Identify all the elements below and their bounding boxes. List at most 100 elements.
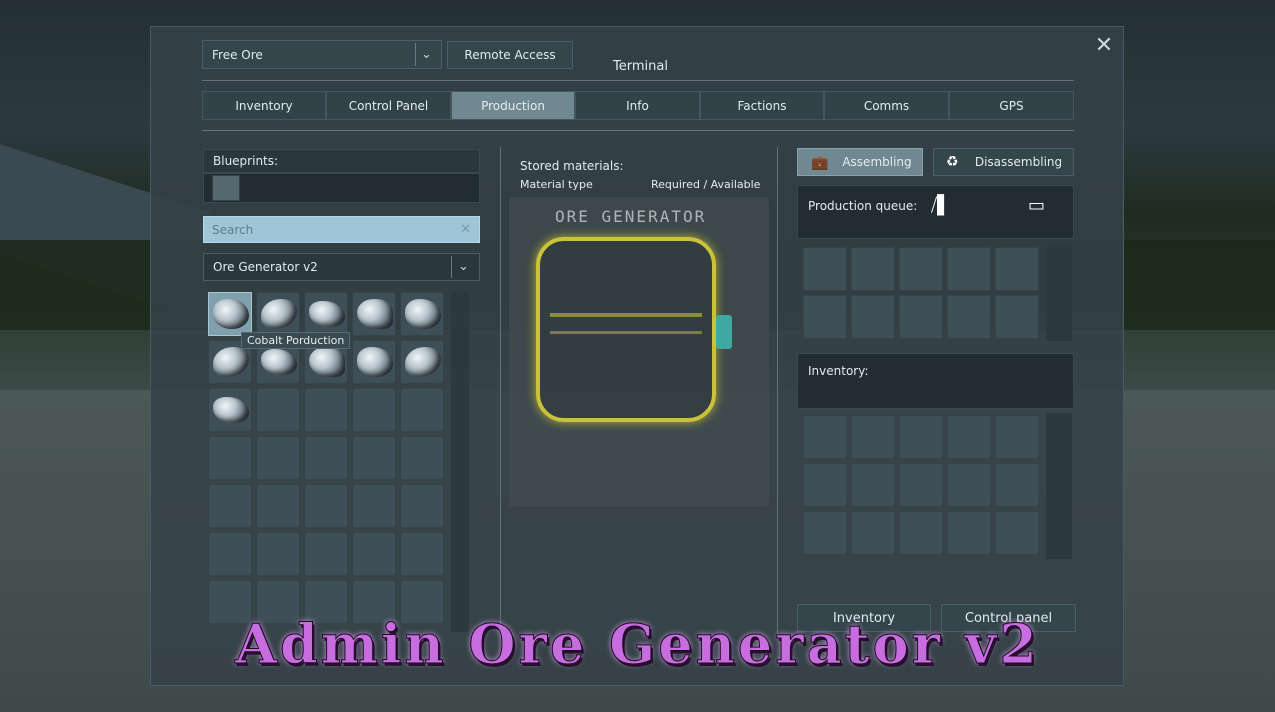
inventory-slot[interactable]: [947, 511, 991, 555]
queue-slot[interactable]: [851, 247, 895, 291]
inventory-slot[interactable]: [803, 511, 847, 555]
inventory-scrollbar[interactable]: [1046, 413, 1072, 559]
divider: [202, 80, 1074, 81]
blueprint-slot[interactable]: [400, 292, 444, 336]
title-banner: Admin Ore Generator v2: [235, 612, 1040, 677]
blueprints-label: Blueprints:: [213, 154, 279, 168]
blueprint-slot[interactable]: [400, 484, 444, 528]
inventory-slot[interactable]: [899, 463, 943, 507]
inventory-slot[interactable]: [803, 415, 847, 459]
blueprint-slot[interactable]: [256, 484, 300, 528]
blueprint-slot[interactable]: [208, 436, 252, 480]
blueprint-slot[interactable]: [352, 532, 396, 576]
inventory-slot[interactable]: [851, 463, 895, 507]
tab-control-panel[interactable]: Control Panel: [326, 91, 451, 120]
ore-icon: [405, 299, 441, 329]
disassembling-button[interactable]: ♻ Disassembling: [933, 148, 1074, 176]
chevron-down-icon: ⌄: [451, 256, 475, 278]
remote-access-button[interactable]: Remote Access: [447, 41, 573, 69]
blueprint-slot[interactable]: [352, 388, 396, 432]
block-select[interactable]: Free Ore ⌄: [202, 40, 442, 69]
window-title: Terminal: [613, 59, 668, 74]
blueprint-slot[interactable]: [256, 436, 300, 480]
blueprint-slot[interactable]: [400, 340, 444, 384]
category-select-value: Ore Generator v2: [213, 260, 318, 274]
inventory-slot[interactable]: [803, 463, 847, 507]
material-type-header: Material type: [520, 178, 593, 191]
inventory-slot[interactable]: [947, 463, 991, 507]
terminal-window: Free Ore ⌄ Remote Access Terminal ✕ Inve…: [150, 26, 1124, 686]
blueprint-filter-icon[interactable]: [212, 175, 240, 201]
tab-gps[interactable]: GPS: [949, 91, 1074, 120]
required-available-header: Required / Available: [651, 178, 761, 191]
tab-inventory[interactable]: Inventory: [202, 91, 326, 120]
stored-materials-label: Stored materials:: [520, 159, 624, 173]
inventory-grid: [803, 415, 1043, 557]
blueprint-slot[interactable]: [352, 436, 396, 480]
blueprint-slot[interactable]: [304, 388, 348, 432]
blueprint-scrollbar[interactable]: [451, 292, 469, 632]
column-divider: [777, 147, 778, 637]
assembling-button[interactable]: 💼 Assembling: [797, 148, 923, 176]
blueprint-slot[interactable]: [400, 532, 444, 576]
blueprint-slot[interactable]: [352, 484, 396, 528]
queue-slot[interactable]: [995, 247, 1039, 291]
tab-factions[interactable]: Factions: [700, 91, 824, 120]
blueprint-slot[interactable]: [352, 340, 396, 384]
blueprint-slot[interactable]: [304, 292, 348, 336]
column-divider: [500, 147, 501, 637]
blueprint-slot[interactable]: [352, 292, 396, 336]
ore-icon: [213, 299, 249, 329]
tab-production[interactable]: Production: [451, 91, 575, 120]
blueprint-slot[interactable]: [256, 532, 300, 576]
close-icon[interactable]: ✕: [1093, 35, 1115, 57]
blueprint-slot[interactable]: [208, 532, 252, 576]
inventory-slot[interactable]: [899, 415, 943, 459]
queue-slot[interactable]: [803, 295, 847, 339]
inventory-slot[interactable]: [851, 511, 895, 555]
queue-slot[interactable]: [899, 247, 943, 291]
clear-search-icon[interactable]: ✕: [460, 222, 471, 237]
queue-slot[interactable]: [899, 295, 943, 339]
ore-icon: [213, 397, 249, 423]
queue-slot[interactable]: [947, 247, 991, 291]
ore-generator-frame: [536, 237, 716, 422]
queue-slot[interactable]: [995, 295, 1039, 339]
queue-slot[interactable]: [947, 295, 991, 339]
ore-icon: [309, 347, 345, 377]
queue-scrollbar[interactable]: [1046, 245, 1072, 341]
tab-comms[interactable]: Comms: [824, 91, 949, 120]
inventory-header: [797, 353, 1074, 409]
search-input[interactable]: Search ✕: [203, 216, 480, 243]
blueprint-slot[interactable]: [400, 436, 444, 480]
inventory-slot[interactable]: [995, 415, 1039, 459]
blueprint-slot[interactable]: [208, 388, 252, 432]
tab-info[interactable]: Info: [575, 91, 700, 120]
inventory-slot[interactable]: [899, 511, 943, 555]
category-select[interactable]: Ore Generator v2 ⌄: [203, 253, 480, 281]
divider: [202, 130, 1074, 131]
blueprint-slot[interactable]: [208, 484, 252, 528]
blueprint-slot[interactable]: [256, 292, 300, 336]
blueprint-slot[interactable]: [304, 532, 348, 576]
ore-generator-label: ORE GENERATOR: [555, 207, 707, 226]
queue-slot[interactable]: [803, 247, 847, 291]
ore-icon: [261, 349, 297, 375]
blueprint-slot[interactable]: [208, 292, 252, 336]
queue-slot[interactable]: [851, 295, 895, 339]
blueprint-slot[interactable]: [304, 436, 348, 480]
repeat-mode-icon[interactable]: ⧸▌: [931, 197, 951, 215]
ore-icon: [405, 347, 441, 377]
ore-generator-keypad: [716, 315, 732, 349]
inventory-slot[interactable]: [851, 415, 895, 459]
blueprint-filter-bar: [203, 173, 480, 203]
inventory-slot[interactable]: [995, 463, 1039, 507]
blueprint-slot[interactable]: [256, 388, 300, 432]
inventory-slot[interactable]: [947, 415, 991, 459]
inventory-slot[interactable]: [995, 511, 1039, 555]
slave-mode-icon[interactable]: ▭: [1028, 197, 1045, 215]
production-queue-label: Production queue:: [808, 199, 918, 213]
ore-icon: [309, 301, 345, 327]
blueprint-slot[interactable]: [304, 484, 348, 528]
blueprint-slot[interactable]: [400, 388, 444, 432]
